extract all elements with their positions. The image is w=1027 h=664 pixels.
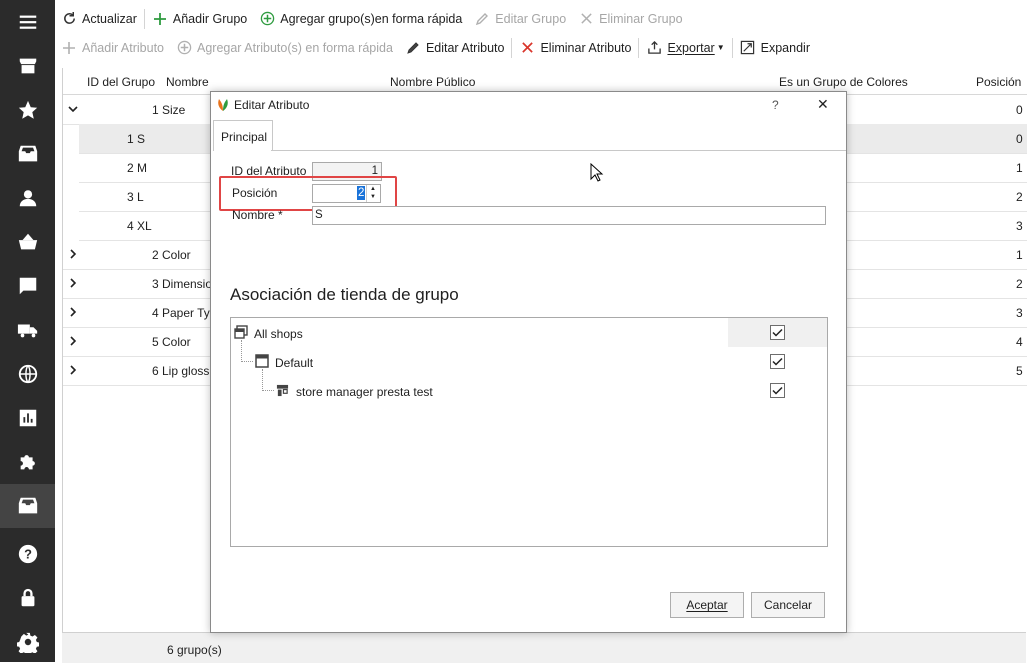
delete-attribute-button[interactable]: Eliminar Atributo — [513, 36, 637, 60]
sidebar: ? — [0, 0, 55, 662]
plus-circle-icon — [176, 40, 192, 56]
chevron-down-icon: ▼ — [716, 43, 725, 52]
edit-group-button[interactable]: Editar Grupo — [468, 7, 572, 31]
grid-footer: 6 grupo(s) — [62, 632, 1026, 663]
gear-icon[interactable] — [0, 620, 55, 664]
column-name[interactable]: Nombre — [166, 75, 209, 89]
edit-attribute-button[interactable]: Editar Atributo — [399, 36, 511, 60]
chart-icon[interactable] — [0, 396, 55, 440]
help-icon[interactable]: ? — [0, 532, 55, 576]
default-checkbox[interactable] — [770, 354, 785, 369]
chevron-down-icon[interactable] — [68, 103, 78, 115]
globe-icon[interactable] — [0, 352, 55, 396]
star-icon[interactable] — [0, 88, 55, 132]
store-icon — [276, 384, 289, 397]
store-icon[interactable] — [0, 44, 55, 88]
quick-add-group-button[interactable]: Agregar grupo(s)en forma rápida — [253, 7, 468, 31]
basket-icon[interactable] — [0, 220, 55, 264]
shop-association-title: Asociación de tienda de grupo — [230, 285, 459, 304]
chevron-right-icon[interactable] — [68, 248, 78, 260]
all-shops-checkbox[interactable] — [770, 325, 785, 340]
stepper-arrows-icon[interactable]: ▲ ▼ — [366, 185, 379, 202]
comment-icon[interactable] — [0, 264, 55, 308]
close-button[interactable]: ✕ — [817, 96, 829, 113]
close-icon — [578, 11, 594, 27]
edit-attribute-dialog: Editar Atributo ? ✕ Principal ID del Atr… — [210, 91, 847, 633]
accept-button[interactable]: Aceptar — [670, 592, 744, 618]
inbox-icon[interactable] — [0, 132, 55, 176]
pencil-icon — [405, 40, 421, 56]
cancel-button[interactable]: Cancelar — [751, 592, 825, 618]
shop-store-manager-presta-test[interactable]: store manager presta test — [296, 385, 433, 399]
plus-icon — [61, 40, 77, 56]
position-stepper[interactable]: 2 ▲ ▼ — [312, 184, 381, 203]
chevron-right-icon[interactable] — [68, 335, 78, 347]
column-position[interactable]: Posición — [976, 75, 1021, 89]
refresh-button[interactable]: Actualizar — [55, 7, 143, 31]
expand-button[interactable]: Expandir — [734, 36, 816, 60]
chevron-right-icon[interactable] — [68, 277, 78, 289]
shop-default[interactable]: Default — [275, 356, 313, 370]
user-icon[interactable] — [0, 176, 55, 220]
plus-icon — [152, 11, 168, 27]
export-icon — [646, 40, 662, 56]
toolbar-main: Actualizar Añadir Grupo Agregar grupo(s)… — [55, 4, 1027, 33]
tab-principal[interactable]: Principal — [213, 120, 273, 151]
toolbar-attributes: Añadir Atributo Agregar Atributo(s) en f… — [55, 33, 1027, 62]
puzzle-icon[interactable] — [0, 440, 55, 484]
mouse-cursor-icon — [590, 163, 604, 182]
plus-circle-icon — [259, 11, 275, 27]
shop-all-shops[interactable]: All shops — [254, 327, 303, 341]
dialog-title: Editar Atributo — [234, 98, 310, 112]
group-count: 6 grupo(s) — [167, 643, 222, 657]
pencil-icon — [474, 11, 490, 27]
name-field[interactable]: S — [312, 206, 826, 225]
truck-icon[interactable] — [0, 308, 55, 352]
shop-group-icon — [234, 325, 248, 339]
column-public-name[interactable]: Nombre Público — [390, 75, 475, 89]
help-button[interactable]: ? — [772, 98, 779, 112]
column-group-id[interactable]: ID del Grupo — [87, 75, 155, 89]
store-manager-icon[interactable] — [0, 484, 55, 528]
chevron-right-icon[interactable] — [68, 306, 78, 318]
delete-group-button[interactable]: Eliminar Grupo — [572, 7, 688, 31]
chevron-right-icon[interactable] — [68, 364, 78, 376]
column-is-color-group[interactable]: Es un Grupo de Colores — [779, 75, 908, 89]
svg-text:?: ? — [24, 547, 32, 562]
refresh-icon — [61, 11, 77, 27]
export-button[interactable]: Exportar ▼ — [640, 36, 730, 60]
quick-add-attribute-button[interactable]: Agregar Atributo(s) en forma rápida — [170, 36, 399, 60]
shop-tree: All shops Default store manager presta t… — [230, 317, 828, 547]
add-group-button[interactable]: Añadir Grupo — [146, 7, 253, 31]
store-manager-checkbox[interactable] — [770, 383, 785, 398]
lock-icon[interactable] — [0, 576, 55, 620]
position-label: Posición — [232, 186, 278, 200]
close-icon — [519, 40, 535, 56]
app-logo-icon — [218, 99, 228, 111]
add-attribute-button[interactable]: Añadir Atributo — [55, 36, 170, 60]
expand-icon — [740, 40, 756, 56]
shop-window-icon — [255, 354, 269, 368]
name-label: Nombre * — [232, 208, 283, 222]
menu-icon[interactable] — [0, 0, 55, 44]
